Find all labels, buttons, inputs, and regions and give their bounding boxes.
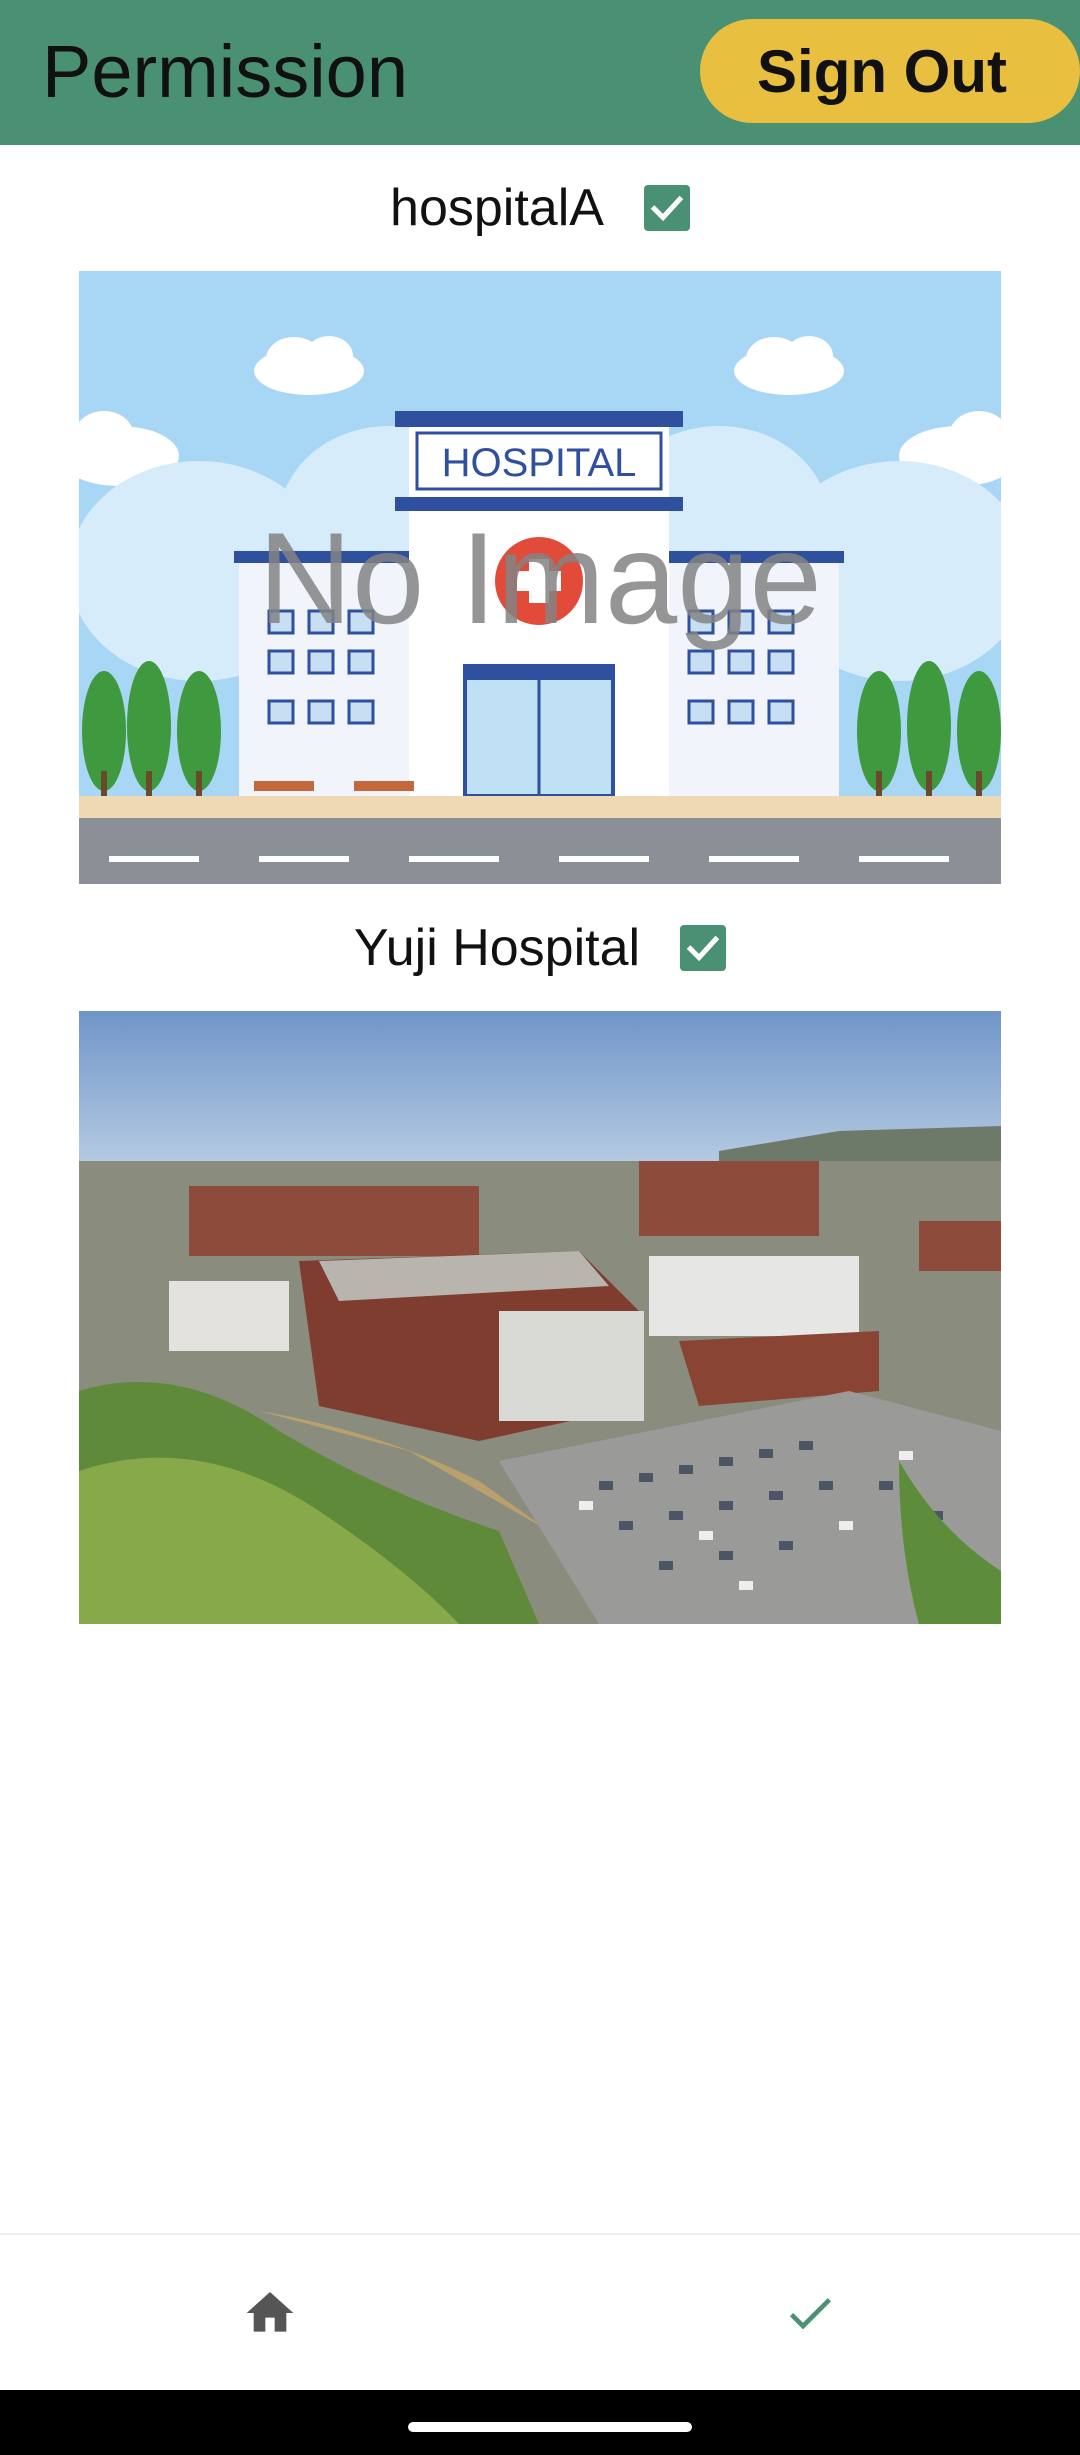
hospital-checkbox[interactable] — [680, 925, 727, 971]
nav-home[interactable] — [0, 2235, 540, 2390]
check-icon — [650, 195, 684, 222]
page-title: Permission — [42, 30, 408, 113]
app-bar: Permission Sign Out — [0, 0, 1080, 145]
hospital-entry-row: Yuji Hospital — [0, 908, 1080, 988]
hospital-entry-row: hospitalA — [0, 168, 1080, 248]
hospital-image — [79, 1011, 1001, 1624]
hospital-name: Yuji Hospital — [353, 919, 641, 977]
check-icon — [789, 2297, 831, 2329]
home-icon — [246, 2291, 294, 2332]
gesture-handle[interactable] — [408, 2422, 692, 2432]
hospital-image: HOSPITAL No Image — [79, 271, 1001, 884]
check-icon — [686, 935, 720, 962]
hospital-checkbox[interactable] — [643, 185, 690, 231]
aerial-hospital-photo — [79, 1011, 1001, 1624]
nav-permission[interactable] — [540, 2235, 1080, 2390]
bottom-navigation — [0, 2233, 1080, 2390]
sign-out-button[interactable]: Sign Out — [700, 19, 1080, 123]
system-navigation-bar — [0, 2390, 1080, 2455]
hospital-illustration: HOSPITAL — [79, 271, 1001, 884]
hospital-sign-text: HOSPITAL — [442, 441, 637, 485]
hospital-name: hospitalA — [390, 179, 604, 237]
